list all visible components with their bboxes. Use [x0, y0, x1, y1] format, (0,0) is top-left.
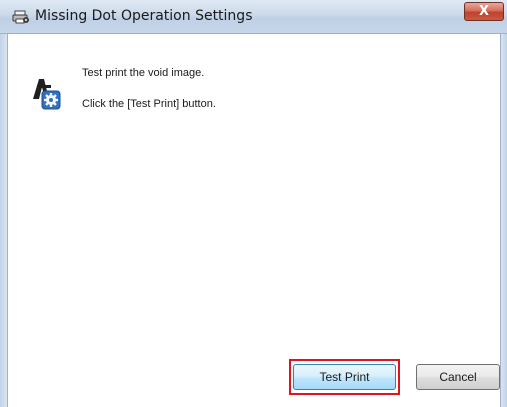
test-print-button[interactable]: Test Print: [293, 364, 396, 390]
print-settings-gear-icon: [31, 77, 61, 111]
window-frame-right: [500, 34, 507, 407]
instruction-text-1: Test print the void image.: [82, 67, 205, 79]
printer-gear-icon: [12, 9, 30, 25]
close-icon: X: [478, 4, 490, 19]
close-button[interactable]: X: [464, 2, 504, 21]
window-frame-left: [0, 34, 8, 407]
dialog-window: Missing Dot Operation Settings X Test pr…: [0, 0, 507, 407]
title-bar[interactable]: Missing Dot Operation Settings X: [0, 0, 507, 34]
dialog-content: Test print the void image. Click the [Te…: [8, 34, 500, 407]
window-title: Missing Dot Operation Settings: [35, 8, 253, 24]
instruction-text-2: Click the [Test Print] button.: [82, 98, 216, 110]
cancel-button[interactable]: Cancel: [416, 364, 500, 390]
